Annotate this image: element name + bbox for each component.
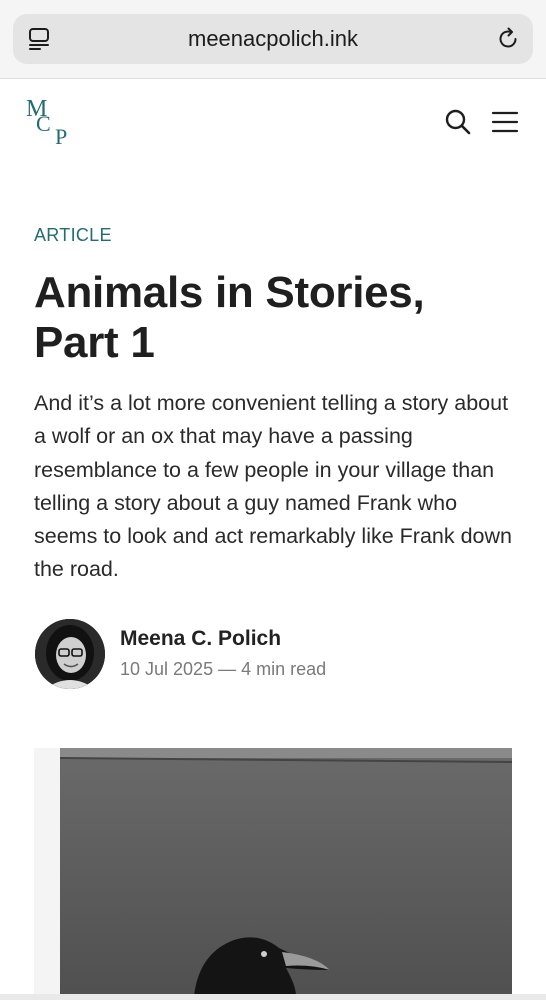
browser-toolbar: meenacpolich.ink bbox=[0, 0, 546, 79]
bottom-edge bbox=[0, 994, 546, 1000]
url-text[interactable]: meenacpolich.ink bbox=[73, 14, 473, 64]
article-kicker[interactable]: ARTICLE bbox=[34, 225, 112, 246]
publish-date: 10 Jul 2025 bbox=[120, 659, 214, 679]
author-name[interactable]: Meena C. Polich bbox=[120, 627, 281, 651]
mcp-monogram-logo[interactable]: M C P bbox=[26, 96, 76, 152]
svg-text:P: P bbox=[55, 124, 67, 149]
meta-separator: — bbox=[218, 659, 237, 679]
article-excerpt: And it’s a lot more convenient telling a… bbox=[34, 391, 512, 582]
search-icon[interactable] bbox=[444, 108, 472, 136]
tabs-icon[interactable] bbox=[27, 26, 53, 52]
article-title: Animals in Stories, Part 1 bbox=[34, 268, 425, 367]
article-meta: 10 Jul 2025 — 4 min read bbox=[120, 659, 326, 680]
read-time: 4 min read bbox=[241, 659, 327, 679]
address-bar[interactable]: meenacpolich.ink bbox=[13, 14, 533, 64]
reload-icon[interactable] bbox=[495, 26, 521, 52]
hamburger-menu-icon[interactable] bbox=[491, 110, 519, 134]
feature-image bbox=[34, 748, 512, 996]
author-avatar[interactable] bbox=[35, 619, 105, 689]
svg-text:C: C bbox=[36, 111, 51, 136]
